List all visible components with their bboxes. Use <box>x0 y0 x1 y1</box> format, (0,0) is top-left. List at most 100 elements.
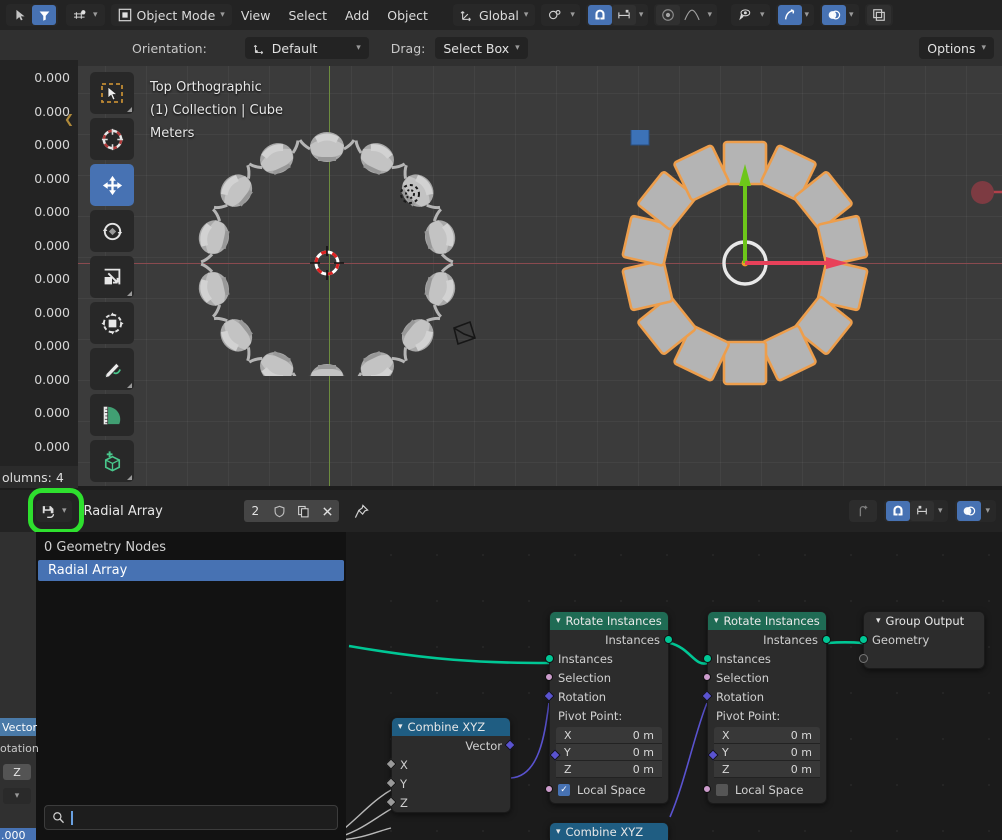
numeric-value[interactable]: 0.000 <box>34 104 70 119</box>
socket-vector[interactable] <box>701 690 713 702</box>
local-space-row[interactable]: Local Space <box>701 780 826 799</box>
node-combine-xyz-2[interactable]: ▾ Combine XYZ <box>549 822 669 840</box>
xray-toggle-icon[interactable] <box>866 5 891 25</box>
tool-annotate[interactable] <box>90 348 134 390</box>
tool-transform[interactable] <box>90 302 134 344</box>
socket-value[interactable] <box>385 777 397 789</box>
list-item[interactable]: Radial Array <box>38 560 344 581</box>
drag-select[interactable]: Select Box ▾ <box>435 37 528 59</box>
chevron-down-icon[interactable]: ▾ <box>757 10 768 20</box>
chevron-down-icon[interactable]: ▾ <box>567 10 578 20</box>
pin-icon[interactable] <box>349 501 373 521</box>
tool-move[interactable] <box>90 164 134 206</box>
socket-boolean[interactable] <box>701 783 713 795</box>
node-group-output[interactable]: ▾ Group Output Geometry <box>859 611 985 669</box>
browse-datablock-button[interactable]: ▾ <box>36 500 72 522</box>
3d-viewport[interactable]: Top Orthographic (1) Collection | Cube M… <box>78 66 1002 486</box>
socket-vector[interactable] <box>543 690 555 702</box>
options-dropdown[interactable]: Options ▾ <box>919 37 994 59</box>
node-rotate-instances-2[interactable]: ▾ Rotate Instances Instances Instances Selec… <box>701 611 831 804</box>
node-combine-xyz-1[interactable]: ▾ Combine XYZ Vector X Y Z <box>385 717 516 813</box>
numeric-value[interactable]: 0.000 <box>34 439 70 454</box>
node-header[interactable]: ▾ Rotate Instances <box>708 612 826 630</box>
snap-node-icon[interactable] <box>909 501 934 521</box>
overlays-icon[interactable] <box>822 5 847 25</box>
snap-increment-icon[interactable] <box>611 5 636 25</box>
chevron-down-icon[interactable]: ▾ <box>714 616 719 626</box>
local-space-row[interactable]: ✓ Local Space <box>543 780 668 799</box>
dock-dropdown[interactable]: ▾ <box>3 788 31 804</box>
node-editor-canvas[interactable]: 0 Geometry Nodes Radial Array ▾ Rotate In… <box>0 532 1002 840</box>
pivot-field-y[interactable]: Y 0 m <box>714 744 820 761</box>
pivot-field-y[interactable]: Y 0 m <box>556 744 662 761</box>
tool-scale[interactable] <box>90 256 134 298</box>
socket-boolean[interactable] <box>701 671 713 683</box>
chevron-down-icon[interactable]: ▾ <box>876 616 881 626</box>
tool-add-cube[interactable] <box>90 440 134 482</box>
dock-value-field[interactable]: .000 <box>0 828 36 840</box>
proportional-edit-icon[interactable] <box>656 5 681 25</box>
chevron-down-icon[interactable]: ▾ <box>556 616 561 626</box>
socket-vector[interactable] <box>549 749 561 761</box>
gizmo-axis-x-neg[interactable] <box>971 181 994 204</box>
socket-boolean[interactable] <box>543 671 555 683</box>
falloff-curve-icon[interactable] <box>680 5 704 25</box>
chevron-down-icon[interactable]: ▾ <box>934 506 947 516</box>
filter-icon[interactable] <box>32 5 56 25</box>
numeric-value[interactable]: 0.000 <box>34 70 70 85</box>
unlink-x-icon[interactable] <box>315 501 339 521</box>
pivot-field-z[interactable]: Z 0 m <box>556 761 662 778</box>
dock-axis-select[interactable]: Z <box>3 764 31 780</box>
search-input[interactable] <box>44 805 338 830</box>
pivot-field-x[interactable]: X 0 m <box>714 727 820 744</box>
new-copy-icon[interactable] <box>291 501 315 521</box>
numeric-value[interactable]: 0.000 <box>34 372 70 387</box>
magnet-icon[interactable] <box>885 501 910 521</box>
menu-object[interactable]: Object <box>378 8 437 23</box>
fake-user-shield-icon[interactable] <box>267 501 291 521</box>
gizmo-icon[interactable] <box>777 5 802 25</box>
numeric-value[interactable]: 0.000 <box>34 238 70 253</box>
numeric-value[interactable]: 0.000 <box>34 305 70 320</box>
numeric-value[interactable]: 0.000 <box>34 204 70 219</box>
numeric-value[interactable]: 0.000 <box>34 338 70 353</box>
node-header[interactable]: ▾ Group Output <box>870 612 984 630</box>
users-count[interactable]: 2 <box>244 504 268 518</box>
pivot-field-x[interactable]: X 0 m <box>556 727 662 744</box>
socket-virtual[interactable] <box>859 654 868 663</box>
socket-geometry[interactable] <box>859 635 868 644</box>
magnet-icon[interactable] <box>587 5 612 25</box>
cursor-arrow-icon[interactable] <box>8 5 32 25</box>
node-header[interactable]: ▾ Combine XYZ <box>392 718 510 736</box>
socket-geometry[interactable] <box>664 635 673 644</box>
numeric-value[interactable]: 0.000 <box>34 171 70 186</box>
socket-value[interactable] <box>385 758 397 770</box>
socket-boolean[interactable] <box>543 783 555 795</box>
chevron-down-icon[interactable]: ▾ <box>981 506 994 516</box>
tool-measure[interactable] <box>90 394 134 436</box>
transform-orientation-dropdown[interactable]: Global ▾ <box>452 4 536 26</box>
tool-cursor[interactable] <box>90 118 134 160</box>
chevron-down-icon[interactable]: ▾ <box>704 10 715 20</box>
local-space-checkbox[interactable] <box>716 783 728 796</box>
pivot-field-z[interactable]: Z 0 m <box>714 761 820 778</box>
node-header[interactable]: ▾ Combine XYZ <box>550 823 668 840</box>
pivot-point-icon[interactable] <box>543 5 567 25</box>
chevron-down-icon[interactable]: ▾ <box>556 827 561 837</box>
menu-select[interactable]: Select <box>279 8 336 23</box>
node-header[interactable]: ▾ Rotate Instances <box>550 612 668 630</box>
menu-add[interactable]: Add <box>336 8 378 23</box>
node-overlays-icon[interactable] <box>957 501 982 521</box>
socket-geometry[interactable] <box>545 654 554 663</box>
editor-type-dropdown[interactable]: ▾ <box>66 4 105 26</box>
datablock-name[interactable]: Radial Array <box>84 504 244 519</box>
object-mode-dropdown[interactable]: Object Mode ▾ <box>110 4 232 26</box>
visibility-eye-icon[interactable] <box>733 5 757 25</box>
chevron-down-icon[interactable]: ▾ <box>846 10 857 20</box>
chevron-down-icon[interactable]: ▾ <box>802 10 813 20</box>
orientation-select[interactable]: Default ▾ <box>244 37 369 59</box>
socket-geometry[interactable] <box>822 635 831 644</box>
local-space-checkbox[interactable]: ✓ <box>558 783 570 796</box>
chevron-down-icon[interactable]: ▾ <box>636 10 647 20</box>
tool-rotate[interactable] <box>90 210 134 252</box>
